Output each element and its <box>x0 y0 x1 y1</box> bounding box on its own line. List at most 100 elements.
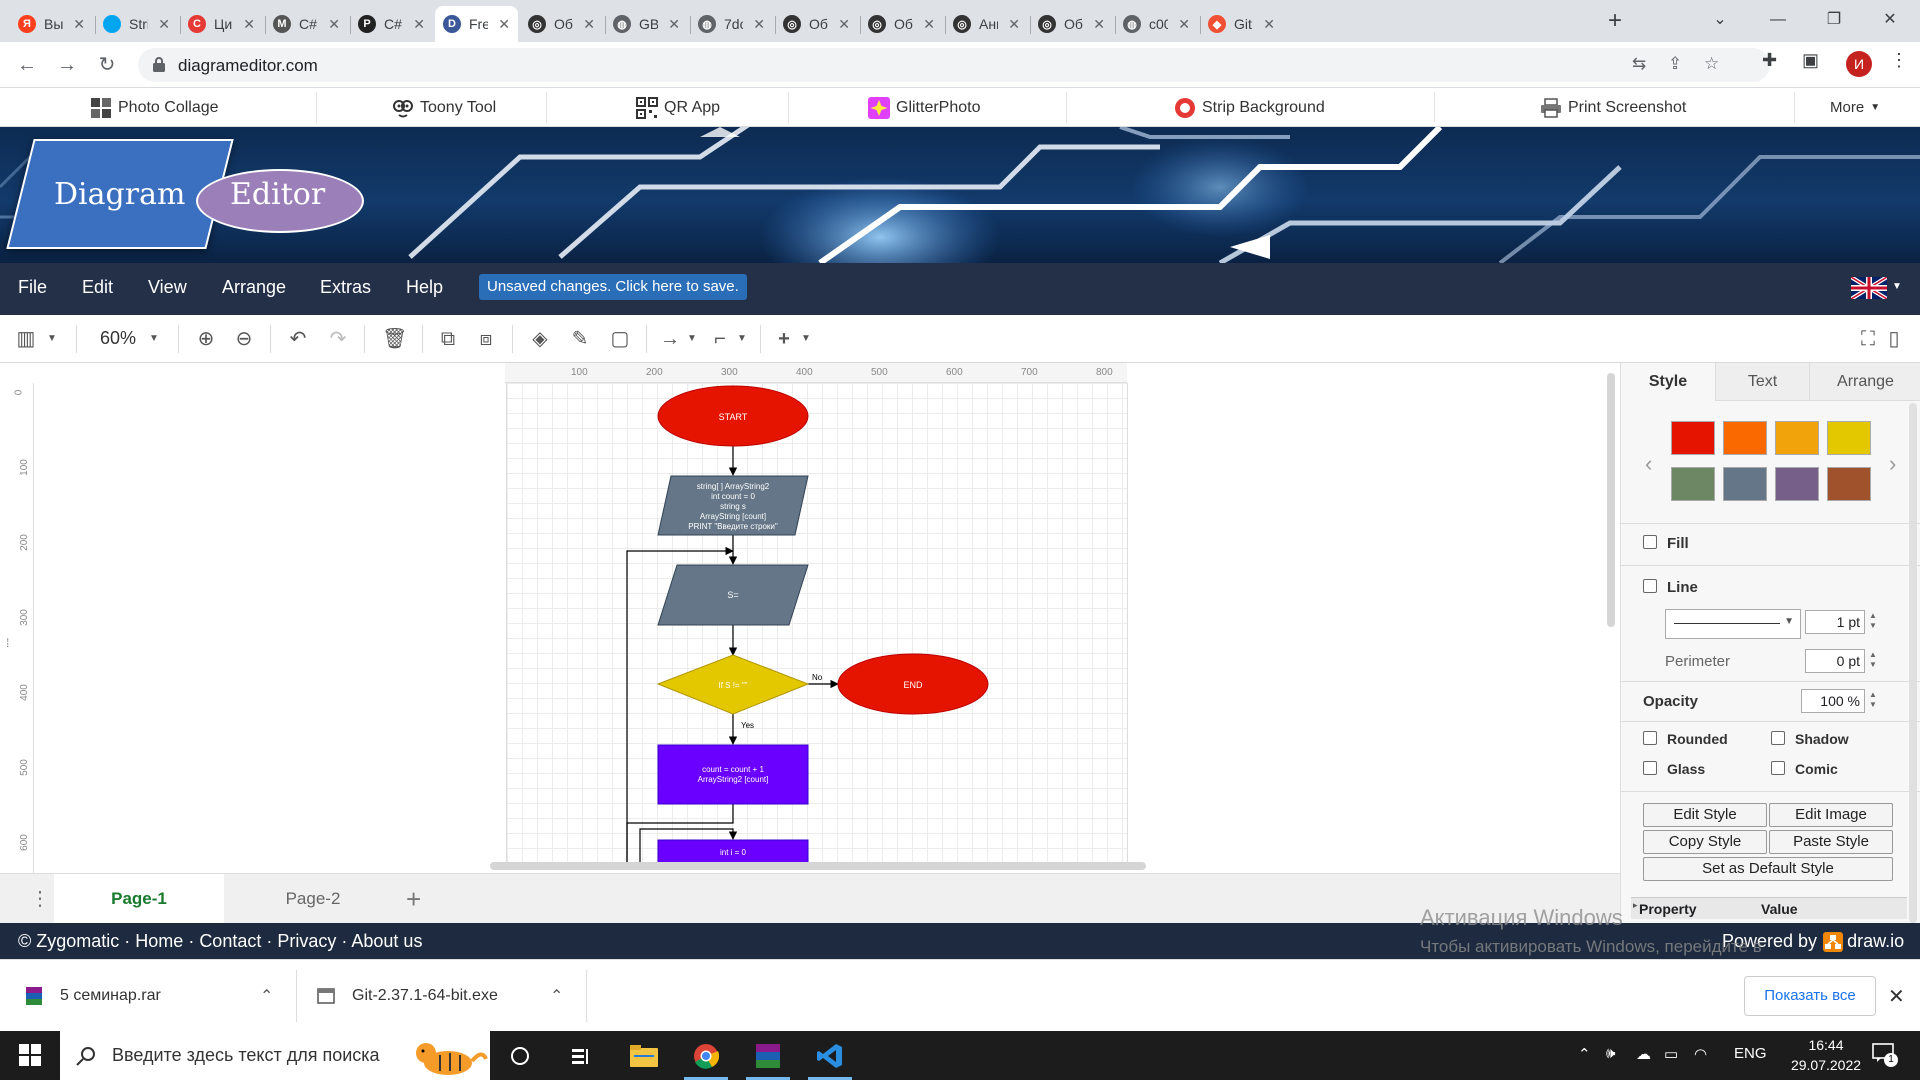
close-tab-icon[interactable]: ✕ <box>1093 16 1105 33</box>
browser-tab[interactable]: ◆ Git ✕ <box>1200 6 1283 42</box>
download-item-git[interactable]: Git-2.37.1-64-bit.exe <box>316 960 498 1032</box>
opacity-input[interactable]: 100 % <box>1801 689 1865 713</box>
shadow-checkbox[interactable] <box>1771 731 1785 745</box>
edit-style-button[interactable]: Edit Style <box>1643 803 1767 827</box>
browser-tab[interactable]: ◎ Обу ✕ <box>775 6 858 42</box>
connection-icon[interactable]: → <box>658 327 682 351</box>
browser-tab[interactable]: ◎ Обу ✕ <box>1030 6 1113 42</box>
fill-color-icon[interactable]: ◈ <box>528 327 552 351</box>
color-swatch[interactable] <box>1827 421 1871 455</box>
notifications-button[interactable]: 1 <box>1872 1043 1898 1067</box>
address-bar[interactable]: diagrameditor.com ⇆ ⇪ ☆ <box>138 48 1770 82</box>
chevron-right-icon[interactable]: › <box>1889 451 1896 477</box>
glass-checkbox[interactable] <box>1643 761 1657 775</box>
close-tab-icon[interactable]: ✕ <box>668 16 680 33</box>
color-swatch[interactable] <box>1827 467 1871 501</box>
expand-icon[interactable]: ▸ <box>1633 900 1638 911</box>
close-window-button[interactable]: ✕ <box>1862 0 1918 42</box>
collapse-panel-icon[interactable]: ▯ <box>1882 327 1906 351</box>
nav-print-screenshot[interactable]: Print Screenshot <box>1540 88 1686 127</box>
browser-tab[interactable]: C Цик ✕ <box>180 6 263 42</box>
translate-icon[interactable]: ⇆ <box>1632 54 1646 74</box>
new-tab-button[interactable]: + <box>1600 6 1630 36</box>
browser-tab[interactable]: ◎ Анк ✕ <box>945 6 1028 42</box>
menu-help[interactable]: Help <box>406 277 443 298</box>
close-tab-icon[interactable]: ✕ <box>73 16 85 33</box>
zoom-level[interactable]: 60% <box>100 328 136 349</box>
copy-style-button[interactable]: Copy Style <box>1643 830 1767 854</box>
close-tab-icon[interactable]: ✕ <box>838 16 850 33</box>
nav-more-button[interactable]: More ▼ <box>1830 88 1880 127</box>
start-button[interactable] <box>0 1031 60 1080</box>
chrome-icon[interactable] <box>676 1031 736 1080</box>
panel-scrollbar[interactable] <box>1909 403 1917 923</box>
unsaved-changes-button[interactable]: Unsaved changes. Click here to save. <box>479 274 747 300</box>
system-clock[interactable]: 16:44 29.07.2022 <box>1776 1035 1876 1075</box>
browser-tab[interactable]: ◍ GB_ ✕ <box>605 6 688 42</box>
browser-tab[interactable]: ◎ Обу ✕ <box>860 6 943 42</box>
comic-checkbox[interactable] <box>1771 761 1785 775</box>
format-panel-icon[interactable]: ▥ <box>14 327 38 351</box>
vscode-icon[interactable] <box>800 1031 860 1080</box>
extensions-icon[interactable]: ✚ <box>1762 50 1777 71</box>
onedrive-cloud-icon[interactable]: ☁ <box>1636 1045 1651 1063</box>
nav-strip-background[interactable]: Strip Background <box>1174 88 1325 127</box>
vertical-scrollbar[interactable] <box>1607 373 1615 627</box>
spinner-icon[interactable]: ▲ ▼ <box>1869 690 1877 710</box>
caret-down-icon[interactable]: ▼ <box>40 327 64 351</box>
footer-privacy-link[interactable]: Privacy <box>277 931 336 951</box>
url-text[interactable]: diagrameditor.com <box>178 56 318 76</box>
share-icon[interactable]: ⇪ <box>1668 54 1682 74</box>
redo-icon[interactable]: ↷ <box>326 327 350 351</box>
logo-text-editor[interactable]: Editor <box>230 177 325 212</box>
menu-extras[interactable]: Extras <box>320 277 371 298</box>
spinner-icon[interactable]: ▲ ▼ <box>1869 650 1877 670</box>
color-swatch[interactable] <box>1671 421 1715 455</box>
browser-tab[interactable]: Я Выб ✕ <box>10 6 93 42</box>
spinner-icon[interactable]: ▲ ▼ <box>1869 611 1877 631</box>
paste-style-button[interactable]: Paste Style <box>1769 830 1893 854</box>
back-button[interactable]: ← <box>12 50 42 80</box>
taskbar-search[interactable]: Введите здесь текст для поиска <box>60 1031 490 1080</box>
chevron-left-icon[interactable]: ‹ <box>1645 451 1652 477</box>
close-tab-icon[interactable]: ✕ <box>583 16 595 33</box>
minimize-button[interactable]: — <box>1750 0 1806 42</box>
zoom-out-icon[interactable]: ⊖ <box>232 327 256 351</box>
color-swatch[interactable] <box>1775 421 1819 455</box>
caret-down-icon[interactable]: ▼ <box>680 327 704 351</box>
bookmark-star-icon[interactable]: ☆ <box>1704 54 1719 74</box>
add-page-icon[interactable]: + <box>406 884 421 915</box>
line-width-input[interactable]: 1 pt <box>1805 610 1865 634</box>
tab-style[interactable]: Style <box>1621 363 1715 401</box>
caret-down-icon[interactable]: ▼ <box>1892 281 1902 292</box>
line-checkbox[interactable] <box>1643 579 1657 593</box>
perimeter-input[interactable]: 0 pt <box>1805 649 1865 673</box>
footer-copyright[interactable]: © Zygomatic <box>18 931 119 951</box>
color-swatch[interactable] <box>1723 421 1767 455</box>
waypoints-icon[interactable]: ⌐ <box>708 327 732 351</box>
shadow-icon[interactable]: ▢ <box>608 327 632 351</box>
color-swatch[interactable] <box>1723 467 1767 501</box>
close-tab-icon[interactable]: ✕ <box>923 16 935 33</box>
tab-search-button[interactable]: ⌄ <box>1692 0 1748 42</box>
caret-down-icon[interactable]: ▼ <box>794 327 818 351</box>
footer-home-link[interactable]: Home <box>135 931 183 951</box>
browser-tab[interactable]: ◎ Обу ✕ <box>520 6 603 42</box>
browser-tab[interactable]: ◍ 7dc ✕ <box>690 6 773 42</box>
battery-icon[interactable]: ▭ <box>1664 1045 1678 1063</box>
browser-tab[interactable]: P C#. ✕ <box>350 6 433 42</box>
fill-checkbox[interactable] <box>1643 535 1657 549</box>
set-default-style-button[interactable]: Set as Default Style <box>1643 857 1893 881</box>
close-tab-icon[interactable]: ✕ <box>413 16 425 33</box>
line-color-icon[interactable]: ✎ <box>568 327 592 351</box>
zoom-in-icon[interactable]: ⊕ <box>194 327 218 351</box>
color-swatch[interactable] <box>1775 467 1819 501</box>
forward-button[interactable]: → <box>52 50 82 80</box>
menu-file[interactable]: File <box>18 277 47 298</box>
close-tab-icon[interactable]: ✕ <box>1263 16 1275 33</box>
delete-icon[interactable]: 🗑 <box>382 327 407 351</box>
browser-tab[interactable]: Strin ✕ <box>95 6 178 42</box>
browser-tab[interactable]: M C# | ✕ <box>265 6 348 42</box>
network-icon[interactable]: ◠ <box>1694 1045 1707 1063</box>
menu-view[interactable]: View <box>148 277 187 298</box>
